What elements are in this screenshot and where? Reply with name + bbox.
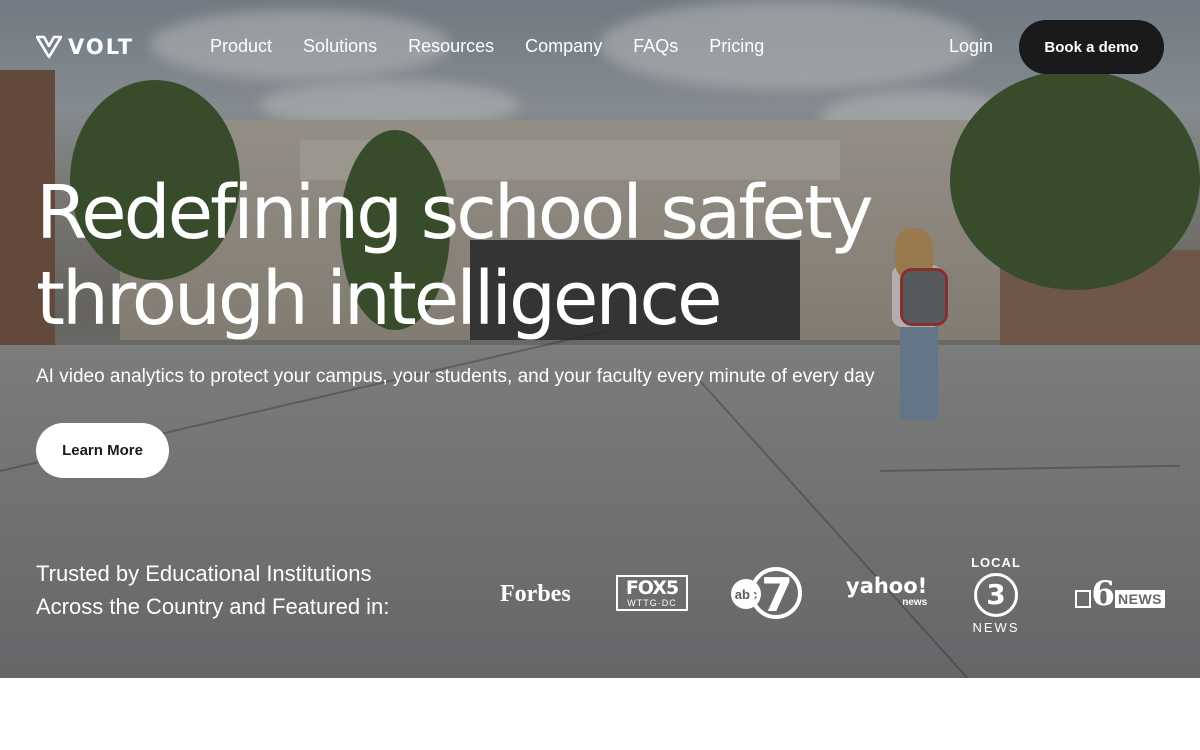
login-link[interactable]: Login xyxy=(949,36,993,57)
news6-label: NEWS xyxy=(1115,590,1165,608)
nav-product[interactable]: Product xyxy=(210,36,272,57)
top-navigation: VOLT Product Solutions Resources Company… xyxy=(0,0,1200,95)
local3-number: 3 xyxy=(974,573,1018,617)
hero-subheadline: AI video analytics to protect your campu… xyxy=(36,366,875,387)
news6-shape xyxy=(1075,590,1092,608)
nav-solutions[interactable]: Solutions xyxy=(303,36,377,57)
trusted-by-text: Trusted by Educational Institutions Acro… xyxy=(36,557,389,623)
headline-line-1: Redefining school safety xyxy=(36,170,874,256)
fox5-logo-text: FOX5 xyxy=(625,576,679,599)
abc7-logo: abc 7 xyxy=(731,567,802,621)
local3-top-text: LOCAL xyxy=(971,555,1021,570)
fox5-logo-subtext: WTTG·DC xyxy=(627,597,677,608)
volt-logo-icon xyxy=(36,35,62,59)
volt-logo[interactable]: VOLT xyxy=(36,34,134,60)
brand-name: VOLT xyxy=(68,35,134,59)
yahoo-news-logo: yahoo! news xyxy=(846,575,927,609)
hero-headline: Redefining school safety through intelli… xyxy=(36,170,936,342)
nav-resources[interactable]: Resources xyxy=(408,36,494,57)
yahoo-news-subtext: news xyxy=(902,597,928,608)
fox5-logo: FOX5 WTTG·DC xyxy=(616,575,688,611)
trusted-line-1: Trusted by Educational Institutions xyxy=(36,561,372,586)
headline-line-2: through intelligence xyxy=(36,256,723,342)
nav-faqs[interactable]: FAQs xyxy=(633,36,678,57)
nav-pricing[interactable]: Pricing xyxy=(709,36,764,57)
nav-links: Product Solutions Resources Company FAQs… xyxy=(210,36,764,57)
yahoo-logo-text: yahoo! xyxy=(846,574,928,598)
trusted-line-2: Across the Country and Featured in: xyxy=(36,594,390,619)
local3-news-logo: LOCAL 3 NEWS xyxy=(970,555,1022,635)
book-demo-button[interactable]: Book a demo xyxy=(1019,20,1164,74)
forbes-logo: Forbes xyxy=(500,581,571,607)
learn-more-button[interactable]: Learn More xyxy=(36,423,169,478)
local3-bottom-text: NEWS xyxy=(972,620,1020,635)
abc7-number: 7 xyxy=(761,568,793,621)
news6-number: 6 xyxy=(1091,574,1115,614)
press-logos: Forbes FOX5 WTTG·DC abc 7 yahoo! news LO… xyxy=(480,555,1180,635)
nav-company[interactable]: Company xyxy=(525,36,602,57)
news6-logo: 6 NEWS xyxy=(1075,575,1165,611)
